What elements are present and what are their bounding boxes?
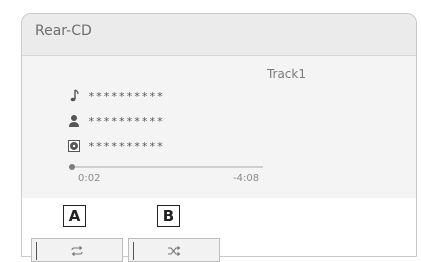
- elapsed-time: 0:02: [78, 173, 101, 184]
- button-divider: [36, 242, 37, 260]
- artist-row: **********: [68, 113, 164, 129]
- music-note-icon: [68, 89, 80, 103]
- callout-b: B: [157, 205, 180, 227]
- callout-a: A: [63, 205, 86, 227]
- artist-icon: [68, 114, 80, 128]
- album-row: **********: [68, 138, 164, 154]
- shuffle-icon: [167, 241, 181, 260]
- progress-knob[interactable]: [69, 164, 75, 170]
- repeat-button[interactable]: [31, 238, 123, 262]
- title-bar: Rear-CD: [22, 14, 416, 56]
- album-name: **********: [88, 139, 165, 153]
- artist-name: **********: [88, 114, 165, 128]
- song-title-row: **********: [68, 88, 164, 104]
- remaining-time: -4:08: [233, 173, 260, 184]
- track-info-panel: Track1 ********** ********** ********** …: [22, 56, 416, 198]
- track-label: Track1: [266, 67, 306, 81]
- repeat-icon: [70, 241, 84, 260]
- shuffle-button[interactable]: [128, 238, 220, 262]
- button-divider: [133, 242, 134, 260]
- disc-icon: [68, 139, 80, 153]
- screen-title: Rear-CD: [35, 23, 92, 39]
- progress-bar[interactable]: [69, 164, 263, 170]
- song-title: **********: [88, 89, 165, 103]
